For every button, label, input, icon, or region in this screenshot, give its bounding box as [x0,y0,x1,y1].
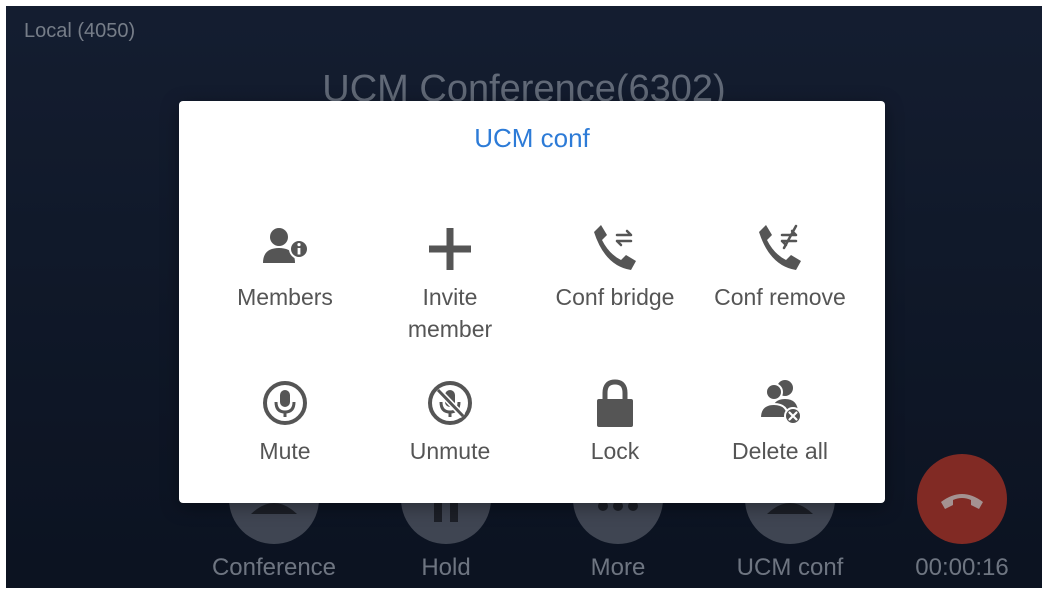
unmute-button[interactable]: Unmute [364,373,536,513]
call-screen: Local (4050) UCM Conference(6302) Confer… [6,6,1042,588]
phone-no-transfer-icon [759,224,801,270]
dialog-title: UCM conf [474,123,590,153]
group-remove-icon [758,380,802,425]
conf-bridge-button[interactable]: Conf bridge [529,219,701,359]
members-label: Members [237,284,333,310]
lock-icon [597,379,633,427]
invite-member-button[interactable]: Invite member [364,219,536,359]
conf-remove-button[interactable]: Conf remove [694,219,866,359]
conf-bridge-label: Conf bridge [555,284,675,310]
members-button[interactable]: Members [199,219,371,359]
delete-all-label: Delete all [732,438,828,464]
microphone-off-icon [428,381,472,425]
microphone-icon [263,381,307,425]
conf-remove-label: Conf remove [714,284,846,310]
ucm-conf-dialog: UCM conf Members Invite member Conf brid… [179,101,885,503]
mute-label: Mute [259,438,311,464]
delete-all-button[interactable]: Delete all [694,373,866,513]
unmute-label: Unmute [409,438,491,464]
mute-button[interactable]: Mute [199,373,371,513]
plus-icon [429,228,471,270]
lock-label: Lock [590,438,640,464]
lock-button[interactable]: Lock [529,373,701,513]
member-info-icon [263,228,309,263]
phone-transfer-icon [594,225,636,270]
invite-member-label: Invite member [407,284,493,342]
